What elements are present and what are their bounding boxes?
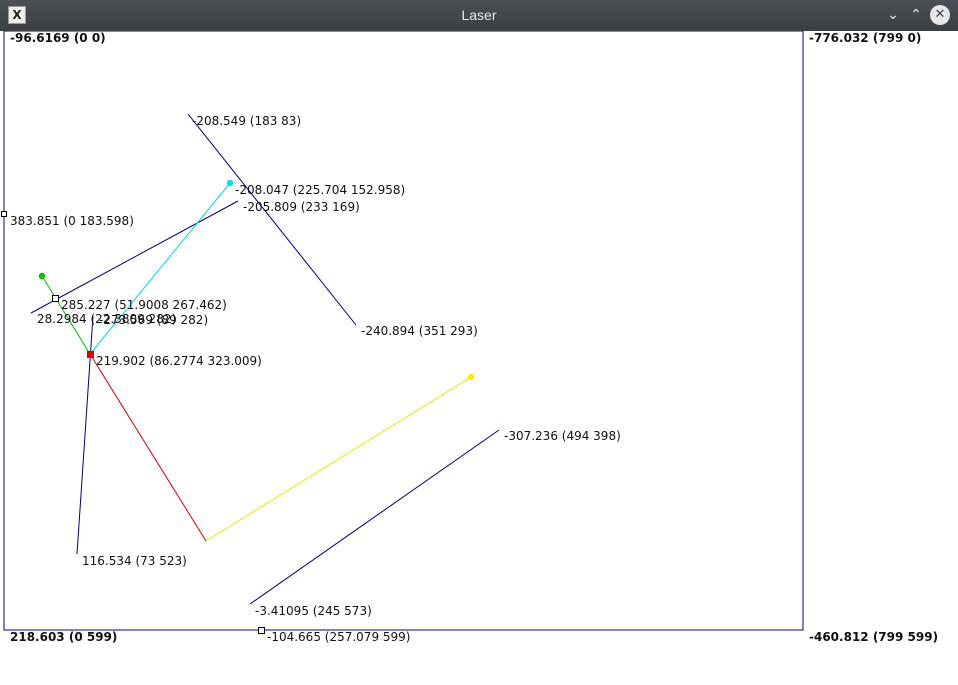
laser-canvas[interactable]: -96.6169 (0 0) -776.032 (799 0) 218.603 …: [0, 31, 958, 685]
yellow-endpoint: [467, 373, 475, 381]
laser-ray-yellow: [205, 376, 472, 542]
point-label: 219.902 (86.2774 323.009): [96, 354, 262, 368]
intersection-marker[interactable]: [52, 295, 59, 302]
corner-label-top-right: -776.032 (799 0): [809, 31, 921, 45]
green-endpoint: [38, 272, 46, 280]
corner-label-bottom-right: -460.812 (799 599): [809, 630, 938, 644]
window-body: -96.6169 (0 0) -776.032 (799 0) 218.603 …: [0, 31, 958, 685]
cyan-endpoint: [226, 179, 234, 187]
minimize-icon[interactable]: ⌄: [883, 5, 903, 25]
point-label: 383.851 (0 183.598): [10, 214, 134, 228]
close-icon[interactable]: ✕: [930, 5, 950, 25]
corner-label-bottom-left: 218.603 (0 599): [10, 630, 117, 644]
point-label: 116.534 (73 523): [82, 554, 187, 568]
point-label: -104.665 (257.079 599): [267, 630, 410, 644]
laser-ray-red: [89, 353, 207, 542]
intersection-marker[interactable]: [1, 211, 7, 217]
point-label: -208.047 (225.704 152.958): [235, 183, 405, 197]
point-label: -3.41095 (245 573): [255, 604, 372, 618]
window-title: Laser: [461, 7, 497, 23]
emitter-handle[interactable]: [87, 351, 94, 358]
point-label: -240.894 (351 293): [361, 324, 478, 338]
intersection-marker[interactable]: [258, 627, 265, 634]
wall-segment: [187, 113, 357, 326]
maximize-icon[interactable]: ⌃: [906, 5, 926, 25]
title-bar: X Laser ⌄ ⌃ ✕: [0, 0, 958, 31]
point-label: -273.569 (89 282): [99, 313, 208, 327]
corner-label-top-left: -96.6169 (0 0): [10, 31, 106, 45]
point-label: -307.236 (494 398): [504, 429, 621, 443]
point-label: 285.227 (51.9008 267.462): [61, 298, 227, 312]
wall-segment: [249, 429, 500, 605]
point-label: -205.809 (233 169): [243, 200, 360, 214]
point-label: -208.549 (183 83): [192, 114, 301, 128]
laser-ray-cyan: [89, 182, 231, 355]
